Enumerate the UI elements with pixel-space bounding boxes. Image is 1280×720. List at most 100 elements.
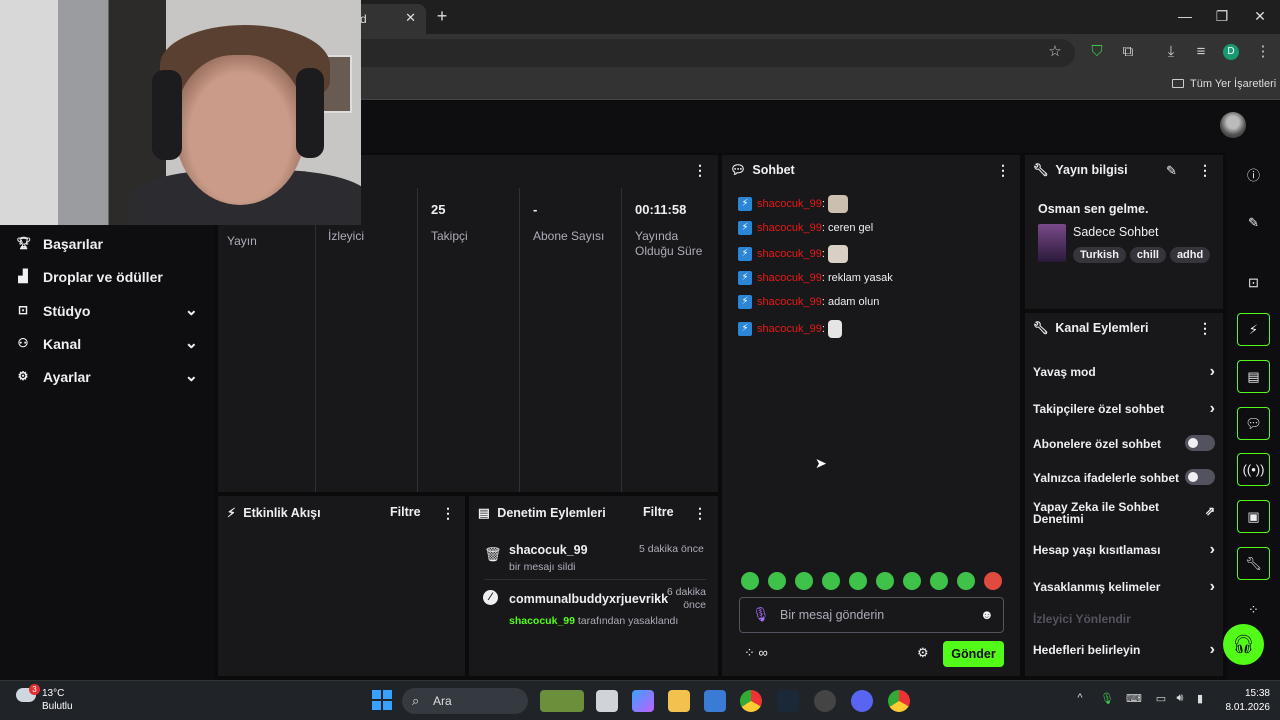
chat-bubble-icon[interactable]: 💬︎ bbox=[1237, 407, 1270, 440]
emote-icon[interactable] bbox=[822, 572, 840, 590]
mod-item-user[interactable]: shacocuk_99 bbox=[509, 543, 588, 557]
mod-actor[interactable]: shacocuk_99 bbox=[509, 615, 575, 627]
followers-only-item[interactable]: Takipçilere özel sohbet › bbox=[1033, 400, 1215, 417]
mod-item-user[interactable]: communalbuddyxrjuevrikk bbox=[509, 592, 668, 606]
chat-username[interactable]: shacocuk_99 bbox=[757, 222, 822, 234]
stream-category[interactable]: Sadece Sohbet bbox=[1073, 225, 1159, 239]
keyboard-icon[interactable]: ⌨ bbox=[1126, 692, 1142, 705]
media-control-icon[interactable]: ≡ bbox=[1192, 43, 1210, 61]
address-bar[interactable] bbox=[340, 39, 1075, 67]
pencil-icon[interactable]: ✎ bbox=[1237, 207, 1270, 240]
account-age-item[interactable]: Hesap yaşı kısıtlaması › bbox=[1033, 541, 1215, 558]
user-avatar[interactable] bbox=[1220, 112, 1246, 138]
activity-filter-button[interactable]: Filtre bbox=[390, 505, 421, 519]
battery-icon[interactable]: ▮ bbox=[1192, 692, 1208, 705]
tab-close-icon[interactable]: ✕ bbox=[405, 10, 416, 26]
send-button[interactable]: Gönder bbox=[943, 641, 1004, 667]
bookmark-star-icon[interactable]: ☆ bbox=[1046, 43, 1064, 61]
moderation-menu-icon[interactable]: ⋮ bbox=[693, 505, 707, 522]
edit-icon[interactable]: ✎ bbox=[1166, 163, 1177, 179]
store-icon[interactable] bbox=[704, 690, 726, 712]
channel-actions-menu-icon[interactable]: ⋮ bbox=[1198, 320, 1212, 337]
headset-support-icon[interactable]: 🎧︎ bbox=[1223, 624, 1264, 665]
slow-mode-item[interactable]: Yavaş mod › bbox=[1033, 363, 1215, 380]
emote-icon[interactable] bbox=[849, 572, 867, 590]
shield-extension-icon[interactable]: ⛉ bbox=[1088, 43, 1106, 61]
wrench-icon[interactable]: 🔧︎ bbox=[1237, 547, 1270, 580]
chat-username[interactable]: shacocuk_99 bbox=[757, 323, 822, 335]
points-display[interactable]: ⁘ ∞ bbox=[744, 645, 768, 661]
close-window-button[interactable]: ✕ bbox=[1250, 8, 1270, 25]
download-icon[interactable]: ⤓ bbox=[1162, 43, 1180, 61]
discord-icon[interactable] bbox=[851, 690, 873, 712]
emote-icon[interactable] bbox=[903, 572, 921, 590]
microphone-icon[interactable]: 🎙︎ bbox=[1099, 692, 1115, 705]
chat-settings-icon[interactable]: ⚙ bbox=[917, 645, 929, 661]
chat-username[interactable]: shacocuk_99 bbox=[757, 272, 822, 284]
external-link-icon: ⇗ bbox=[1204, 504, 1215, 518]
document-icon[interactable]: ▤ bbox=[1237, 360, 1270, 393]
stream-info-menu-icon[interactable]: ⋮ bbox=[1198, 162, 1212, 179]
category-thumbnail[interactable] bbox=[1038, 224, 1066, 262]
sidebar-item-channel[interactable]: ⚇ Kanal ⌄ bbox=[16, 333, 200, 357]
sidebar-item-studio[interactable]: ⊡ Stüdyo ⌄ bbox=[16, 300, 200, 324]
emote-icon[interactable] bbox=[984, 572, 1002, 590]
chat-username[interactable]: shacocuk_99 bbox=[757, 198, 822, 210]
broadcast-icon[interactable]: ((•)) bbox=[1237, 453, 1270, 486]
obs-icon[interactable] bbox=[814, 690, 836, 712]
subscribers-only-toggle[interactable] bbox=[1185, 435, 1215, 451]
moderation-filter-button[interactable]: Filtre bbox=[643, 505, 674, 519]
tray-chevron-icon[interactable]: ^ bbox=[1072, 692, 1088, 704]
file-explorer-icon[interactable] bbox=[668, 690, 690, 712]
dots-icon[interactable]: ⁘ bbox=[1237, 594, 1270, 627]
chrome-profile-icon[interactable] bbox=[888, 690, 910, 712]
volume-icon[interactable]: 🔊︎ bbox=[1172, 692, 1188, 705]
taskbar-search[interactable]: ⌕ Ara bbox=[402, 688, 528, 714]
new-tab-button[interactable]: + bbox=[434, 6, 450, 27]
windows-start-icon[interactable] bbox=[372, 690, 392, 710]
steam-icon[interactable] bbox=[777, 690, 799, 712]
display-icon[interactable]: ▭ bbox=[1153, 692, 1169, 705]
copilot-icon[interactable] bbox=[632, 690, 654, 712]
all-bookmarks-folder[interactable]: Tüm Yer İşaretleri bbox=[1172, 78, 1276, 90]
video-icon[interactable]: ▣ bbox=[1237, 500, 1270, 533]
tag[interactable]: Turkish bbox=[1073, 247, 1126, 263]
emote-icon[interactable] bbox=[957, 572, 975, 590]
bolt-icon[interactable]: ⚡︎ bbox=[1237, 313, 1270, 346]
sidebar-item-achievements[interactable]: 🏆︎ Başarılar bbox=[16, 233, 200, 257]
extensions-icon[interactable]: ⧉ bbox=[1119, 43, 1137, 61]
emote-only-toggle[interactable] bbox=[1185, 469, 1215, 485]
taskbar-clock[interactable]: 15:38 8.01.2026 bbox=[1218, 687, 1271, 715]
emote-icon[interactable] bbox=[876, 572, 894, 590]
microphone-icon[interactable]: 🎙︎ bbox=[752, 606, 770, 623]
stats-menu-icon[interactable]: ⋮ bbox=[693, 162, 707, 179]
tag[interactable]: chill bbox=[1129, 247, 1166, 263]
maximize-button[interactable]: ❐ bbox=[1212, 8, 1232, 25]
profile-avatar[interactable]: D bbox=[1223, 44, 1239, 60]
stat-value: 25 bbox=[431, 202, 446, 217]
chat-username[interactable]: shacocuk_99 bbox=[757, 296, 822, 308]
banned-words-item[interactable]: Yasaklanmış kelimeler › bbox=[1033, 578, 1215, 595]
info-icon[interactable]: ⓘ bbox=[1237, 160, 1270, 193]
activity-menu-icon[interactable]: ⋮ bbox=[441, 505, 455, 522]
chat-username[interactable]: shacocuk_99 bbox=[757, 248, 822, 260]
task-view-icon[interactable] bbox=[596, 690, 618, 712]
emote-icon[interactable] bbox=[768, 572, 786, 590]
emote-icon[interactable] bbox=[741, 572, 759, 590]
widget-image[interactable] bbox=[540, 690, 584, 712]
sidebar-item-drops[interactable]: ▟ Droplar ve ödüller bbox=[16, 266, 200, 290]
browser-menu-icon[interactable]: ⋮ bbox=[1254, 43, 1272, 61]
ai-moderation-item[interactable]: Yapay Zeka ile Sohbet Denetimi ⇗ bbox=[1033, 501, 1215, 525]
emote-icon[interactable] bbox=[930, 572, 948, 590]
tag[interactable]: adhd bbox=[1169, 247, 1211, 263]
capture-icon[interactable]: ⊡ bbox=[1237, 267, 1270, 300]
goals-item[interactable]: Hedefleri belirleyin › bbox=[1033, 641, 1215, 658]
emote-icon[interactable] bbox=[795, 572, 813, 590]
chrome-icon[interactable] bbox=[740, 690, 762, 712]
minimize-button[interactable]: — bbox=[1175, 8, 1195, 24]
chat-text: reklam yasak bbox=[827, 271, 893, 284]
chat-menu-icon[interactable]: ⋮ bbox=[996, 162, 1010, 179]
sidebar-item-settings[interactable]: ⚙ Ayarlar ⌄ bbox=[16, 366, 200, 390]
chat-input[interactable]: 🎙︎ Bir mesaj gönderin ☻ bbox=[739, 597, 1004, 633]
emoji-icon[interactable]: ☻ bbox=[980, 607, 994, 622]
